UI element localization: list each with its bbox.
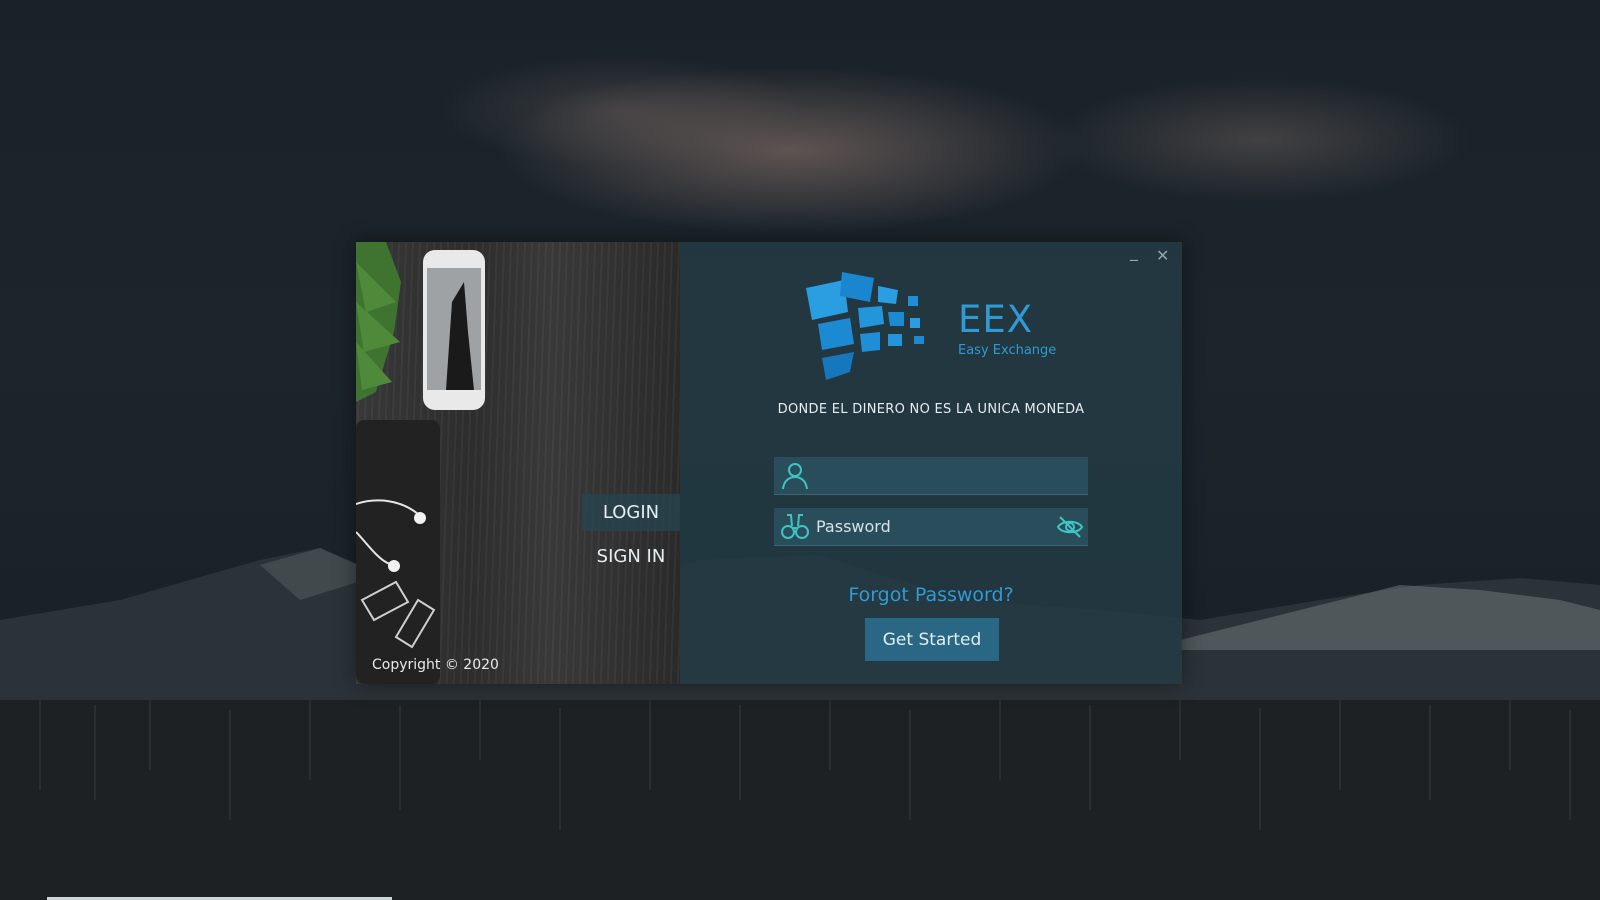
tab-sign-in[interactable]: SIGN IN <box>582 538 680 575</box>
left-decor-panel: LOGIN SIGN IN Copyright © 2020 <box>356 242 680 684</box>
eye-slash-icon[interactable] <box>1056 513 1084 541</box>
forgot-password-link[interactable]: Forgot Password? <box>680 584 1182 606</box>
login-form-panel: _ ✕ EEX Easy Exchange DONDE EL DINERO NO… <box>680 242 1182 684</box>
tab-login[interactable]: LOGIN <box>582 494 680 531</box>
minimize-icon[interactable]: _ <box>1130 242 1138 261</box>
binoculars-icon <box>781 514 809 539</box>
close-icon[interactable]: ✕ <box>1156 246 1169 265</box>
eex-logo <box>806 272 924 380</box>
tagline: DONDE EL DINERO NO ES LA UNICA MONEDA <box>777 402 1085 417</box>
username-input[interactable] <box>816 457 1046 494</box>
username-field <box>774 457 1088 495</box>
brand-subtitle: Easy Exchange <box>958 343 1057 358</box>
copyright-text: Copyright © 2020 <box>372 657 499 673</box>
user-icon <box>782 463 808 490</box>
password-field <box>774 508 1088 546</box>
desk-photo-illustration <box>356 242 485 684</box>
login-window: LOGIN SIGN IN Copyright © 2020 _ ✕ EEX E… <box>356 242 1182 684</box>
get-started-button[interactable]: Get Started <box>865 618 999 661</box>
brand-name: EEX <box>958 298 1034 341</box>
password-input[interactable] <box>816 508 1046 545</box>
